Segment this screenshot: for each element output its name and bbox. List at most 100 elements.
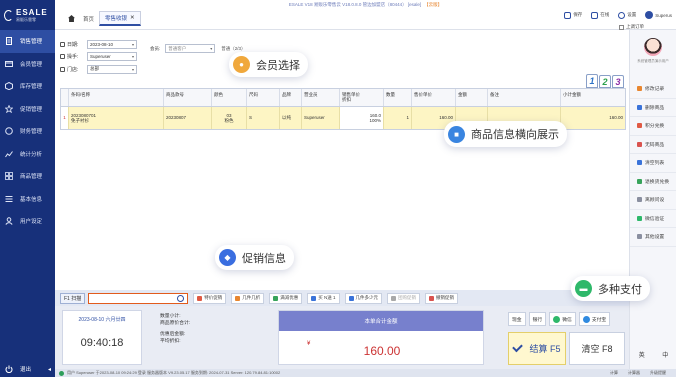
sidebar-item-label: 销售管理 <box>20 39 43 46</box>
collapse-sidebar-icon[interactable]: ◂ <box>48 366 51 373</box>
column-header: 备注 <box>488 89 561 106</box>
status-bar: 用户 Superuser 于2023-08-10 09:24:29 登录 服务器… <box>55 369 676 377</box>
lang-chinese[interactable]: 中 <box>662 350 668 359</box>
action-other-settings[interactable]: 其他设置 <box>630 228 676 247</box>
action-no-barcode-goods[interactable]: 无码商品 <box>630 136 676 154</box>
chevron-down-icon: ▾ <box>131 54 134 60</box>
action-label: 清空列表 <box>645 161 665 167</box>
goods-name-cell[interactable]: 2023080701 免子衬衫 <box>69 107 164 129</box>
sidebar-item-basic-info[interactable]: 基本信息 <box>0 188 55 211</box>
status-text: 用户 Superuser 于2023-08-10 09:24:29 登录 服务器… <box>67 370 281 375</box>
settle-button[interactable]: 结算 F5 <box>508 332 566 365</box>
member-input[interactable]: 普通客户 ▾ <box>165 44 216 53</box>
order-total-amount: 160.00 <box>363 344 401 358</box>
action-modify-record[interactable]: 修改记录 <box>630 80 676 99</box>
home-icon <box>68 15 75 22</box>
operator-select[interactable]: Superuser ▾ <box>87 52 137 62</box>
sidebar-item-inventory[interactable]: 库存管理 <box>0 75 55 98</box>
close-icon <box>429 295 434 301</box>
promo-group-buy[interactable]: 团购促销 <box>387 292 420 304</box>
action-points-exchange[interactable]: 积分兑换 <box>630 117 676 136</box>
save-button[interactable]: 保存 <box>564 11 582 19</box>
action-list: 修改记录 删除商品 积分兑换 无码商品 清空列表 退换货兑换 离顾问设 微信验证… <box>630 80 676 247</box>
subtotal-cell: 160.00 <box>609 115 623 121</box>
online-label: 在线 <box>600 12 610 17</box>
sidebar-item-statistics[interactable]: 统计分析 <box>0 143 55 166</box>
promo-label: 买 N送 1 <box>318 295 336 300</box>
sidebar-item-goods[interactable]: 商品管理 <box>0 165 55 188</box>
logout-button[interactable]: 退出 ◂ <box>0 361 55 377</box>
group-icon <box>391 295 396 301</box>
cancel-promotion-button[interactable]: 撤销促销 <box>425 292 458 304</box>
checkbox[interactable] <box>619 24 624 30</box>
store-label: 门店: <box>60 66 87 73</box>
lang-english[interactable]: 英 <box>639 350 645 359</box>
callout-label: 促销信息 <box>242 252 286 265</box>
sidebar-item-promotion[interactable]: 促销管理 <box>0 98 55 121</box>
pay-cash-button[interactable]: 现金 <box>508 312 526 326</box>
gear-icon <box>637 234 642 240</box>
online-button[interactable]: 在线 <box>591 11 610 19</box>
action-advisor-settings[interactable]: 离顾问设 <box>630 191 676 210</box>
user-name: Superus <box>655 12 672 18</box>
page-tab-2[interactable]: 2 <box>599 75 611 88</box>
price-discount-cell[interactable]: 160.0 100% <box>340 107 384 129</box>
status-update-reminder[interactable]: 升级提醒 <box>650 370 666 376</box>
promotion-toolbar: F1 扫描 特价促销 几件几折 满减优惠 买 N送 1 几件多少元 团购促销 撤… <box>55 290 629 306</box>
status-calc[interactable]: 计算 <box>610 370 618 376</box>
percent-icon <box>637 123 642 129</box>
action-label: 修改记录 <box>645 87 665 93</box>
barcode-input[interactable] <box>88 292 189 304</box>
promo-special-price[interactable]: 特价促销 <box>193 292 227 304</box>
date-field[interactable]: 2023-08-10 ▾ <box>87 39 137 49</box>
sidebar-item-finance[interactable]: 财务管理 <box>0 120 55 143</box>
clerk-cell[interactable]: Superuser <box>302 107 340 129</box>
stat-label: 平均折扣: <box>160 339 181 344</box>
user-icon <box>645 11 654 19</box>
pay-wechat-button[interactable]: 微信 <box>549 312 576 326</box>
sidebar-item-sales[interactable]: 销售管理 <box>0 30 55 53</box>
status-calculator[interactable]: 计算器 <box>628 370 640 376</box>
pay-alipay-button[interactable]: 支付宝 <box>578 312 611 326</box>
order-form: 日期: 2023-08-10 ▾ 操手: Superuser ▾ 门店: 总部 ▾ <box>60 38 137 76</box>
pay-bank-button[interactable]: 银行 <box>528 312 547 326</box>
sku-cell[interactable]: 20230807 <box>164 107 212 129</box>
tab-home[interactable]: 首页 <box>63 13 99 25</box>
user-menu[interactable]: Superus <box>645 11 672 19</box>
callout-payment: ▬ 多种支付 <box>571 276 650 301</box>
search-icon[interactable] <box>177 294 185 302</box>
color-cell[interactable]: 03 粉色 <box>212 107 247 129</box>
sidebar-item-user-settings[interactable]: 用户设定 <box>0 210 55 233</box>
brand-cell[interactable]: 以纯 <box>280 107 302 129</box>
size-cell[interactable]: S <box>247 107 280 129</box>
page-tab-3[interactable]: 3 <box>612 75 624 88</box>
refresh-icon <box>637 178 642 184</box>
quantity-cell[interactable]: 1 <box>384 107 412 129</box>
store-select[interactable]: 总部 ▾ <box>87 64 137 74</box>
scan-button[interactable]: F1 扫描 <box>60 292 86 304</box>
page-tab-1[interactable]: 1 <box>586 74 598 88</box>
avatar[interactable] <box>644 38 662 56</box>
column-header: 尺码 <box>247 89 280 106</box>
app-logo: ESALE 易販乐雲零 <box>0 0 55 30</box>
promo-multi-discount[interactable]: 几件几折 <box>231 292 265 304</box>
user-display-name: 系统管理员演示用户 <box>637 59 669 63</box>
action-return-exchange[interactable]: 退换货兑换 <box>630 173 676 191</box>
sidebar-item-member[interactable]: 会员管理 <box>0 53 55 76</box>
callout-label: 商品信息横向展示 <box>471 129 559 141</box>
tab-retail-pos[interactable]: 零售收银 ✕ <box>99 11 141 26</box>
promo-full-reduction[interactable]: 满减优惠 <box>269 292 303 304</box>
settings-button[interactable]: 设置 <box>618 11 636 19</box>
action-delete-goods[interactable]: 删除商品 <box>630 99 676 117</box>
action-clear-list[interactable]: 清空列表 <box>630 154 676 173</box>
document-icon <box>5 37 13 46</box>
close-tab-icon[interactable]: ✕ <box>130 15 135 21</box>
box-icon <box>5 82 13 91</box>
online-icon <box>591 11 599 19</box>
clear-button[interactable]: 清空 F8 <box>569 332 625 365</box>
member-label: 会员: <box>150 45 161 51</box>
action-wechat-verify[interactable]: 微信验证 <box>630 210 676 228</box>
promo-bundle-price[interactable]: 几件多少元 <box>344 292 382 304</box>
top-right-actions: 保存 在线 设置 Superus <box>555 11 672 19</box>
promo-buy-n-get-one[interactable]: 买 N送 1 <box>307 292 340 304</box>
